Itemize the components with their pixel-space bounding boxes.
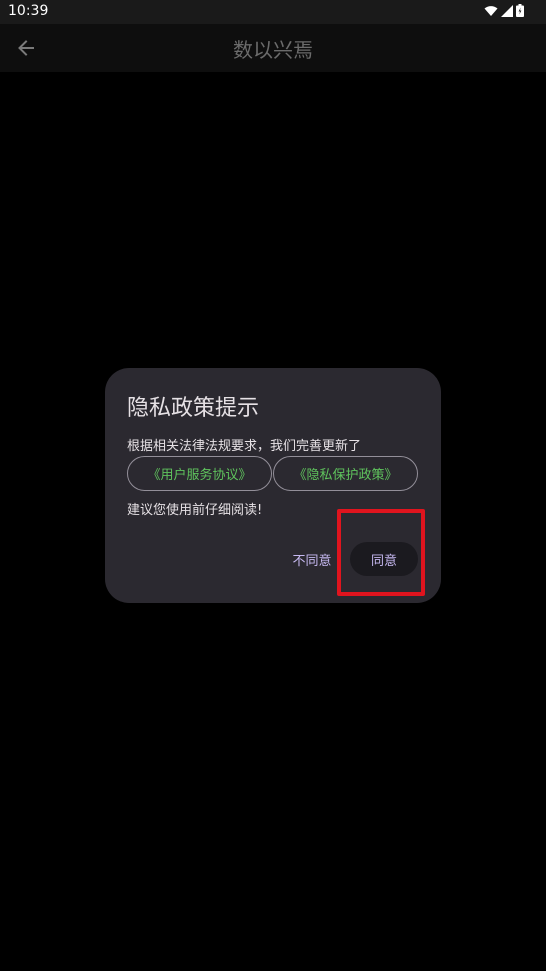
screen: 10:39 数以兴焉 隐私政策提示 根据相关法律法规要求，我们完善更新了 《用户 bbox=[0, 0, 546, 971]
privacy-dialog: 隐私政策提示 根据相关法律法规要求，我们完善更新了 《用户服务协议》 《隐私保护… bbox=[105, 368, 441, 603]
dialog-title: 隐私政策提示 bbox=[127, 396, 260, 421]
signal-icon bbox=[501, 4, 513, 17]
app-bar: 数以兴焉 bbox=[0, 24, 546, 72]
privacy-policy-link[interactable]: 《隐私保护政策》 bbox=[273, 456, 418, 491]
status-time: 10:39 bbox=[8, 3, 49, 19]
status-icons bbox=[484, 4, 524, 17]
status-bar: 10:39 bbox=[0, 0, 546, 24]
agree-button[interactable]: 同意 bbox=[350, 542, 418, 576]
disagree-button[interactable]: 不同意 bbox=[289, 542, 335, 576]
dialog-message: 根据相关法律法规要求，我们完善更新了 bbox=[127, 439, 362, 454]
battery-icon bbox=[516, 4, 524, 17]
dialog-advice: 建议您使用前仔细阅读! bbox=[127, 503, 263, 518]
wifi-icon bbox=[484, 5, 498, 16]
user-agreement-link[interactable]: 《用户服务协议》 bbox=[127, 456, 272, 491]
page-title: 数以兴焉 bbox=[233, 38, 313, 62]
